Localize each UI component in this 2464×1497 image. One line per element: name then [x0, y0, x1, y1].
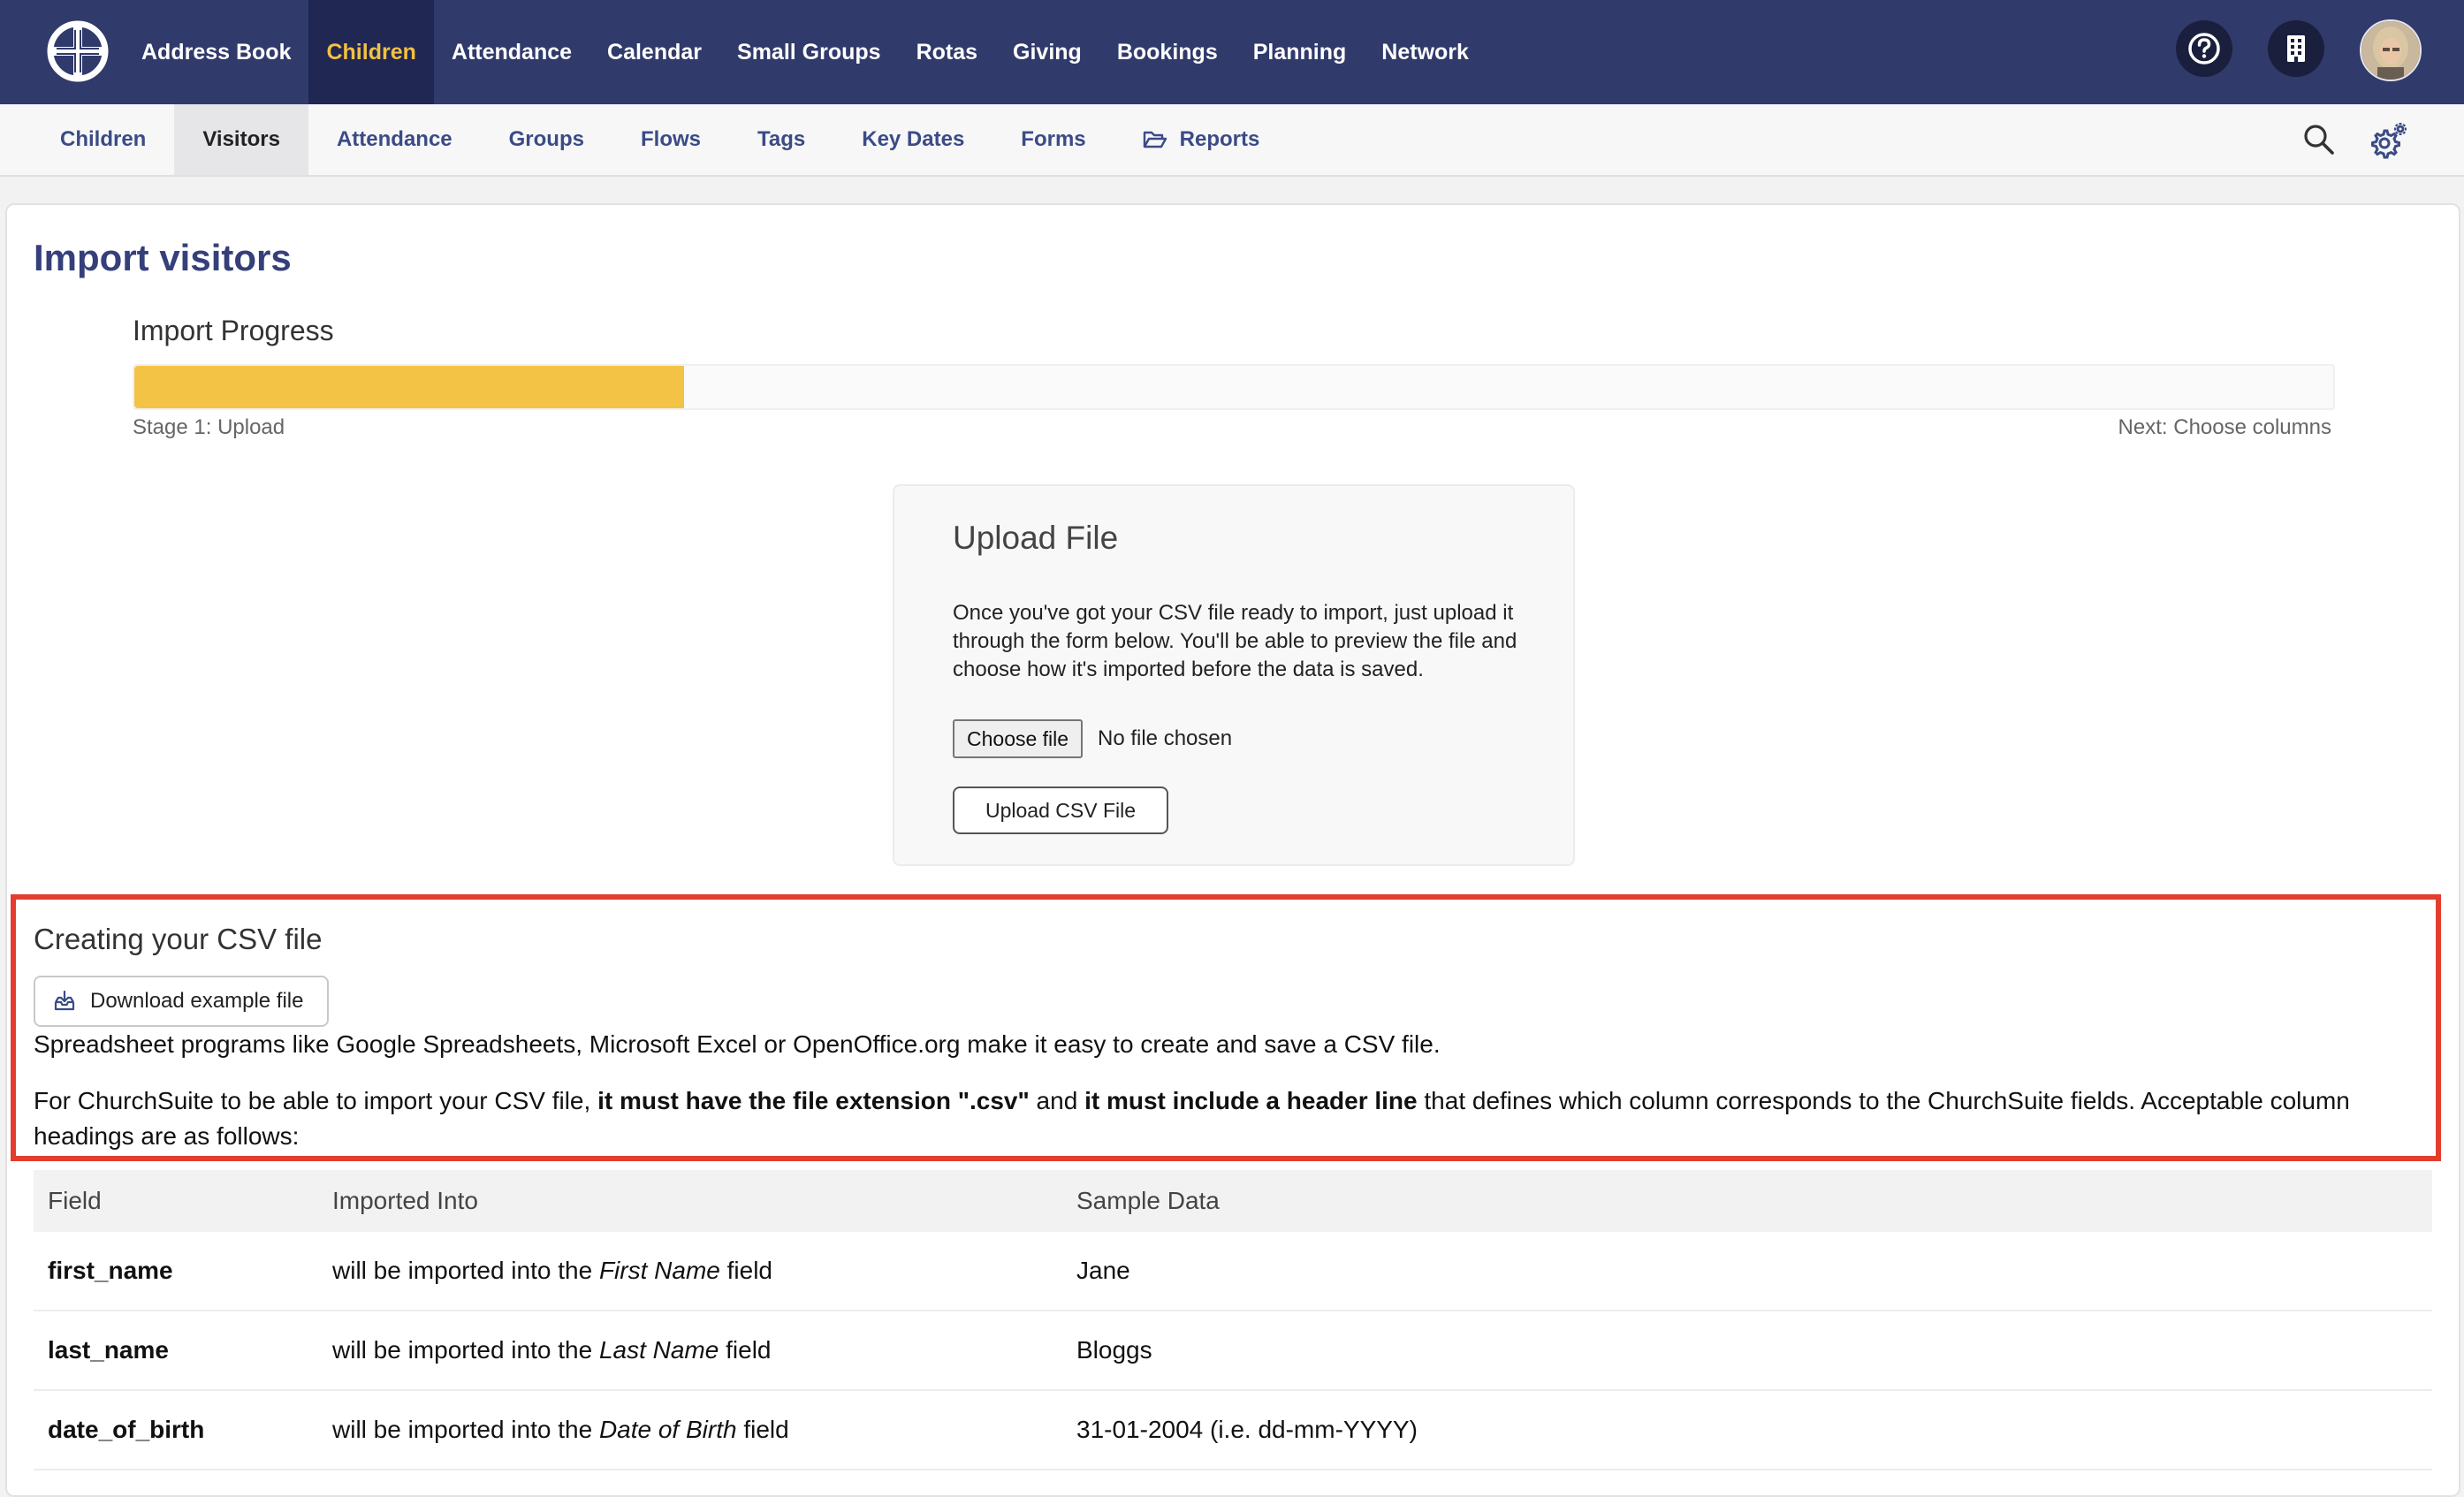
table-row: date_of_birth will be imported into the … — [34, 1391, 2432, 1470]
csv-req-header-line: it must include a header line — [1084, 1087, 1418, 1114]
field-name: last_name — [48, 1336, 169, 1364]
subnav-item-groups[interactable]: Groups — [481, 104, 612, 175]
imported-into-field: Last Name — [598, 1336, 719, 1364]
imported-into-field: First Name — [598, 1257, 720, 1284]
table-row: last_name will be imported into the Last… — [34, 1311, 2432, 1391]
user-photo-icon — [2361, 21, 2420, 80]
header-sample-data: Sample Data — [1076, 1187, 1220, 1214]
imported-into-cell: will be imported into the Last Name fiel… — [318, 1336, 1062, 1364]
next-stage-text: Next: Choose columns — [2118, 415, 2331, 439]
choose-file-button[interactable]: Choose file — [953, 719, 1084, 758]
download-tray-icon — [54, 991, 75, 1011]
settings-gears-icon[interactable] — [2369, 120, 2409, 161]
import-progress-bar — [133, 364, 2335, 410]
subnav-item-flows[interactable]: Flows — [612, 104, 729, 175]
subnav-item-key-dates[interactable]: Key Dates — [833, 104, 992, 175]
top-nav-menu: Address Book Children Attendance Calenda… — [124, 0, 1487, 104]
imported-into-cell: will be imported into the First Name fie… — [318, 1257, 1062, 1285]
field-name: date_of_birth — [48, 1416, 205, 1443]
help-button[interactable] — [2176, 20, 2232, 77]
building-icon — [2287, 35, 2305, 62]
topnav-item-network[interactable]: Network — [1364, 0, 1487, 104]
import-progress-fill — [134, 366, 684, 408]
csv-requirements-text: For ChurchSuite to be able to import you… — [34, 1083, 2437, 1154]
imported-into-pre: will be imported into the — [332, 1257, 599, 1284]
subnav-item-reports[interactable]: Reports — [1114, 104, 1289, 175]
top-navigation-bar: Address Book Children Attendance Calenda… — [0, 0, 2464, 104]
no-file-chosen-text: No file chosen — [1098, 726, 1233, 750]
upload-file-panel: Upload File Once you've got your CSV fil… — [893, 484, 1575, 866]
imported-into-pre: will be imported into the — [332, 1416, 599, 1443]
sample-data-cell: 31-01-2004 (i.e. dd-mm-YYYY) — [1076, 1416, 1418, 1443]
folder-open-icon — [1143, 131, 1167, 148]
header-field: Field — [48, 1187, 102, 1214]
topnav-item-children[interactable]: Children — [308, 0, 434, 104]
upload-description: Once you've got your CSV file ready to i… — [953, 601, 1517, 681]
imported-into-post: field — [719, 1336, 772, 1364]
topnav-item-rotas[interactable]: Rotas — [899, 0, 995, 104]
topnav-item-planning[interactable]: Planning — [1236, 0, 1365, 104]
subnav-item-forms[interactable]: Forms — [992, 104, 1114, 175]
download-example-label: Download example file — [90, 989, 304, 1013]
page-title: Import visitors — [34, 237, 292, 278]
subnav-item-visitors[interactable]: Visitors — [174, 104, 308, 175]
download-example-button[interactable]: Download example file — [34, 976, 329, 1027]
imported-into-cell: will be imported into the Date of Birth … — [318, 1416, 1062, 1444]
imported-into-post: field — [736, 1416, 789, 1443]
topnav-item-small-groups[interactable]: Small Groups — [719, 0, 899, 104]
topnav-item-address-book[interactable]: Address Book — [124, 0, 308, 104]
subnav-item-tags[interactable]: Tags — [729, 104, 833, 175]
question-circle-icon — [2188, 33, 2220, 65]
imported-into-field: Date of Birth — [598, 1416, 737, 1443]
subnav-item-children[interactable]: Children — [32, 104, 174, 175]
csv-req-part-c: and — [1029, 1087, 1085, 1114]
progress-label: Import Progress — [133, 315, 334, 346]
topnav-item-giving[interactable]: Giving — [995, 0, 1099, 104]
field-name: first_name — [48, 1257, 173, 1284]
subnav-item-attendance[interactable]: Attendance — [308, 104, 481, 175]
topnav-item-calendar[interactable]: Calendar — [589, 0, 719, 104]
csv-intro-text: Spreadsheet programs like Google Spreads… — [34, 1030, 1441, 1058]
churchsuite-logo-icon[interactable] — [46, 19, 110, 83]
csv-section-title: Creating your CSV file — [34, 923, 323, 955]
current-stage-text: Stage 1: Upload — [133, 415, 285, 439]
header-imported-into: Imported Into — [332, 1187, 478, 1214]
table-row: first_name will be imported into the Fir… — [34, 1232, 2432, 1311]
subnav-item-reports-label: Reports — [1179, 127, 1260, 151]
organisation-button[interactable] — [2268, 20, 2324, 77]
topnav-item-attendance[interactable]: Attendance — [434, 0, 589, 104]
csv-req-extension: it must have the file extension ".csv" — [597, 1087, 1030, 1114]
imported-into-post: field — [719, 1257, 772, 1284]
sample-data-cell: Jane — [1076, 1257, 1130, 1284]
sample-data-cell: Bloggs — [1076, 1336, 1152, 1364]
sub-navigation-bar: Children Visitors Attendance Groups Flow… — [0, 104, 2464, 177]
upload-file-title: Upload File — [953, 520, 1119, 556]
imported-into-pre: will be imported into the — [332, 1336, 599, 1364]
topnav-item-bookings[interactable]: Bookings — [1099, 0, 1236, 104]
table-header-row: Field Imported Into Sample Data — [34, 1170, 2432, 1232]
user-avatar[interactable] — [2360, 19, 2422, 81]
upload-csv-button[interactable]: Upload CSV File — [953, 786, 1168, 834]
sub-nav-menu: Children Visitors Attendance Groups Flow… — [32, 104, 1288, 175]
search-icon[interactable] — [2301, 122, 2337, 157]
csv-req-part-a: For ChurchSuite to be able to import you… — [34, 1087, 598, 1114]
column-headings-table: Field Imported Into Sample Data first_na… — [34, 1170, 2432, 1470]
